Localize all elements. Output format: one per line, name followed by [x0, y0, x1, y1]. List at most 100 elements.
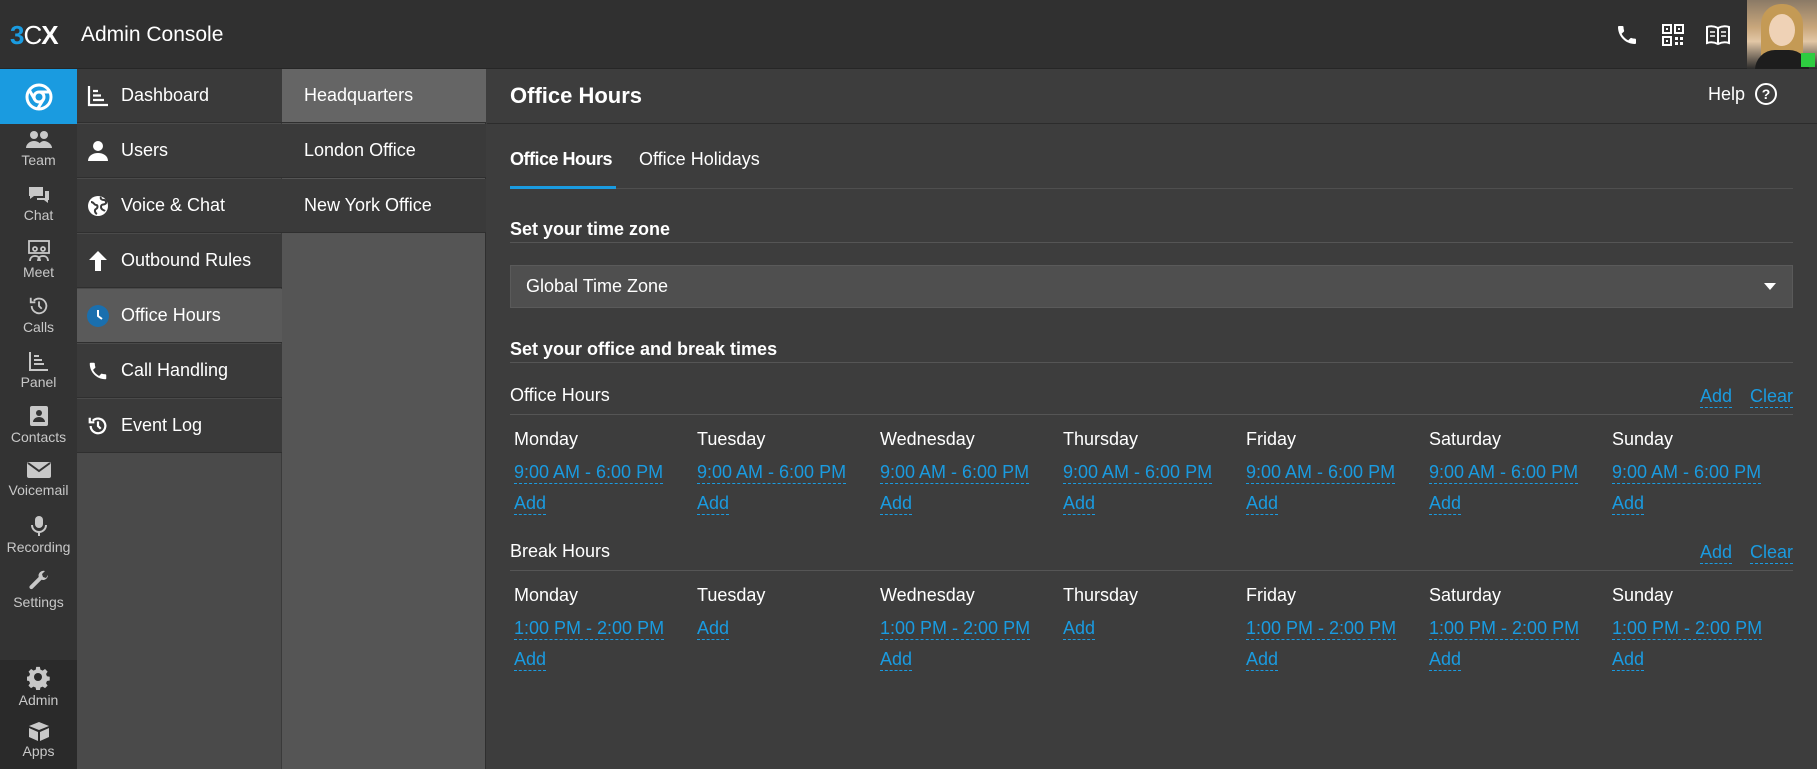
- rail-item-apps[interactable]: Apps: [0, 715, 77, 769]
- rail-home-button[interactable]: [0, 69, 77, 124]
- site-list: Headquarters London Office New York Offi…: [282, 69, 486, 769]
- time-range-link[interactable]: 1:00 PM - 2:00 PM: [1246, 617, 1397, 640]
- add-time-link[interactable]: Add: [1063, 492, 1096, 515]
- site-item-headquarters[interactable]: Headquarters: [282, 69, 486, 123]
- tab-office-holidays[interactable]: Office Holidays: [639, 149, 760, 189]
- rail-item-recording[interactable]: Recording: [0, 509, 77, 564]
- add-time-link[interactable]: Add: [1612, 648, 1645, 671]
- rail-item-calls[interactable]: Calls: [0, 289, 77, 344]
- day-column: Friday 1:00 PM - 2:00 PM Add: [1246, 585, 1429, 671]
- add-time-link[interactable]: Add: [697, 492, 730, 515]
- time-range-link[interactable]: 1:00 PM - 2:00 PM: [514, 617, 665, 640]
- box-icon: [28, 722, 49, 741]
- add-time-link[interactable]: Add: [514, 492, 547, 515]
- history-icon: [85, 413, 111, 439]
- day-name: Saturday: [1429, 429, 1502, 449]
- day-column: Saturday 1:00 PM - 2:00 PM Add: [1429, 585, 1612, 671]
- add-time-link[interactable]: Add: [880, 648, 913, 671]
- office-hours-add-button[interactable]: Add: [1699, 385, 1732, 408]
- arrow-up-icon: [85, 248, 111, 274]
- day-column: Thursday 9:00 AM - 6:00 PM Add: [1063, 429, 1246, 515]
- rail-item-chat[interactable]: Chat: [0, 179, 77, 234]
- day-name: Monday: [514, 585, 579, 605]
- time-range-link[interactable]: 9:00 AM - 6:00 PM: [880, 461, 1030, 484]
- break-hours-clear-button[interactable]: Clear: [1749, 541, 1793, 564]
- meet-icon: [27, 240, 50, 262]
- day-name: Thursday: [1063, 429, 1139, 449]
- rail-item-voicemail[interactable]: Voicemail: [0, 454, 77, 509]
- voicemail-icon: [26, 462, 51, 478]
- add-time-link[interactable]: Add: [1246, 492, 1279, 515]
- menu-item-outbound-rules[interactable]: Outbound Rules: [77, 234, 282, 288]
- globe-icon: [85, 193, 111, 219]
- timezone-select[interactable]: Global Time Zone: [510, 265, 1793, 308]
- user-icon: [85, 138, 111, 164]
- book-icon[interactable]: [1703, 20, 1733, 50]
- gear-icon: [26, 666, 50, 690]
- add-time-link[interactable]: Add: [880, 492, 913, 515]
- rail-item-settings[interactable]: Settings: [0, 564, 77, 619]
- panel-icon: [28, 352, 48, 371]
- rail-item-meet[interactable]: Meet: [0, 234, 77, 289]
- chrome-icon: [25, 83, 52, 110]
- rail-item-team[interactable]: Team: [0, 124, 77, 179]
- menu-item-call-handling[interactable]: Call Handling: [77, 344, 282, 398]
- time-range-link[interactable]: 9:00 AM - 6:00 PM: [1612, 461, 1762, 484]
- times-section-title: Set your office and break times: [510, 339, 1793, 363]
- contacts-icon: [29, 406, 48, 426]
- top-bar: 3CX Admin Console: [0, 0, 1817, 69]
- time-range-link[interactable]: 1:00 PM - 2:00 PM: [1612, 617, 1763, 640]
- phone-icon[interactable]: [1612, 20, 1642, 50]
- menu-item-users[interactable]: Users: [77, 124, 282, 178]
- site-item-london-office[interactable]: London Office: [282, 124, 486, 178]
- qr-code-icon[interactable]: [1658, 20, 1688, 50]
- day-name: Friday: [1246, 585, 1297, 605]
- time-range-link[interactable]: 1:00 PM - 2:00 PM: [1429, 617, 1580, 640]
- time-range-link[interactable]: 9:00 AM - 6:00 PM: [697, 461, 847, 484]
- main-panel: Office Hours Help ? Office Hours Office …: [487, 69, 1817, 769]
- rail-item-admin[interactable]: Admin: [0, 660, 77, 715]
- menu-item-voice-chat[interactable]: Voice & Chat: [77, 179, 282, 233]
- time-range-link[interactable]: 9:00 AM - 6:00 PM: [1429, 461, 1579, 484]
- tab-office-hours[interactable]: Office Hours: [510, 149, 616, 189]
- admin-menu: Dashboard Users Voice & Chat Outbound Ru…: [77, 69, 282, 769]
- day-column: Tuesday Add: [697, 585, 880, 640]
- time-range-link[interactable]: 9:00 AM - 6:00 PM: [514, 461, 664, 484]
- rail-item-contacts[interactable]: Contacts: [0, 399, 77, 454]
- day-name: Sunday: [1612, 429, 1674, 449]
- add-time-link[interactable]: Add: [1063, 617, 1096, 640]
- day-name: Friday: [1246, 429, 1297, 449]
- add-time-link[interactable]: Add: [697, 617, 730, 640]
- add-time-link[interactable]: Add: [1429, 648, 1462, 671]
- add-time-link[interactable]: Add: [514, 648, 547, 671]
- rail-item-panel[interactable]: Panel: [0, 344, 77, 399]
- phone-icon: [85, 358, 111, 384]
- app-title: Admin Console: [81, 23, 224, 46]
- day-column: Sunday 1:00 PM - 2:00 PM Add: [1612, 585, 1795, 671]
- day-column: Wednesday 9:00 AM - 6:00 PM Add: [880, 429, 1063, 515]
- break-hours-header: Break Hours Add Clear: [510, 541, 1793, 571]
- app-logo[interactable]: 3CX: [10, 20, 59, 51]
- day-column: Friday 9:00 AM - 6:00 PM Add: [1246, 429, 1429, 515]
- time-range-link[interactable]: 1:00 PM - 2:00 PM: [880, 617, 1031, 640]
- avatar[interactable]: [1747, 0, 1817, 69]
- day-name: Saturday: [1429, 585, 1502, 605]
- help-button[interactable]: Help ?: [1708, 83, 1778, 105]
- menu-item-event-log[interactable]: Event Log: [77, 399, 282, 453]
- add-time-link[interactable]: Add: [1246, 648, 1279, 671]
- menu-item-dashboard[interactable]: Dashboard: [77, 69, 282, 123]
- page-title: Office Hours: [510, 83, 643, 108]
- time-range-link[interactable]: 9:00 AM - 6:00 PM: [1246, 461, 1396, 484]
- app-rail: Team Chat Meet Calls Panel Contacts Voic…: [0, 69, 77, 769]
- day-name: Sunday: [1612, 585, 1674, 605]
- break-hours-add-button[interactable]: Add: [1699, 541, 1732, 564]
- time-range-link[interactable]: 9:00 AM - 6:00 PM: [1063, 461, 1213, 484]
- site-item-new-york-office[interactable]: New York Office: [282, 179, 486, 233]
- day-column: Tuesday 9:00 AM - 6:00 PM Add: [697, 429, 880, 515]
- add-time-link[interactable]: Add: [1429, 492, 1462, 515]
- day-name: Monday: [514, 429, 579, 449]
- add-time-link[interactable]: Add: [1612, 492, 1645, 515]
- day-column: Sunday 9:00 AM - 6:00 PM Add: [1612, 429, 1795, 515]
- menu-item-office-hours[interactable]: Office Hours: [77, 289, 282, 343]
- office-hours-clear-button[interactable]: Clear: [1749, 385, 1793, 408]
